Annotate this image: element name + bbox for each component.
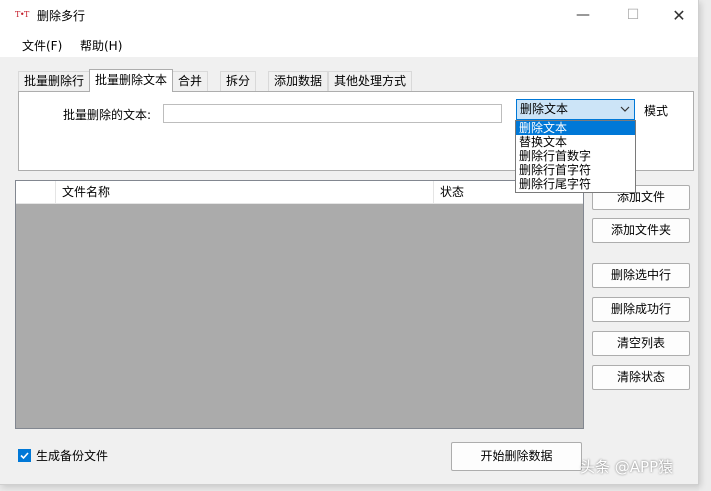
app-window: T•T 删除多行 — ☐ ✕ 文件(F) 帮助(H) 批量删除行 批量删除文本 … (0, 0, 699, 485)
tab-merge[interactable]: 合并 (172, 71, 209, 91)
window-title: 删除多行 (37, 9, 86, 23)
mode-option-delete-leading-digits[interactable]: 删除行首数字 (516, 149, 635, 163)
column-header-index[interactable] (16, 181, 56, 203)
close-button[interactable]: ✕ (656, 0, 702, 31)
mode-option-delete-trailing-chars[interactable]: 删除行尾字符 (516, 177, 635, 191)
mode-option-replace-text[interactable]: 替换文本 (516, 135, 635, 149)
mode-select[interactable]: 删除文本 (516, 99, 635, 120)
watermark: 头条 @APP猿 (580, 458, 674, 476)
tab-other-methods[interactable]: 其他处理方式 (328, 71, 413, 91)
mode-dropdown-list: 删除文本 替换文本 删除行首数字 删除行首字符 删除行尾字符 (515, 120, 636, 193)
file-list[interactable]: 文件名称 状态 (15, 180, 584, 429)
file-list-header: 文件名称 状态 (16, 181, 583, 204)
delete-success-button[interactable]: 删除成功行 (592, 297, 690, 322)
minimize-button[interactable]: — (560, 0, 606, 31)
maximize-button[interactable]: ☐ (610, 0, 656, 31)
clear-list-button[interactable]: 清空列表 (592, 331, 690, 356)
clear-status-button[interactable]: 清除状态 (592, 365, 690, 390)
column-header-filename[interactable]: 文件名称 (56, 181, 434, 203)
delete-text-label: 批量删除的文本: (63, 108, 152, 122)
add-folder-button[interactable]: 添加文件夹 (592, 218, 690, 243)
tab-split[interactable]: 拆分 (220, 71, 257, 91)
mode-option-delete-text[interactable]: 删除文本 (516, 121, 635, 135)
backup-checkbox-label[interactable]: 生成备份文件 (36, 447, 108, 464)
tab-batch-delete-text[interactable]: 批量删除文本 (89, 69, 174, 92)
background-window-edge (699, 0, 711, 491)
title-bar: T•T 删除多行 — ☐ ✕ (0, 0, 698, 31)
mode-label: 模式 (644, 104, 669, 118)
backup-checkbox[interactable] (18, 449, 31, 462)
app-icon: T•T (15, 10, 29, 19)
check-icon (20, 452, 29, 460)
delete-selected-button[interactable]: 删除选中行 (592, 263, 690, 288)
delete-text-input[interactable] (163, 104, 502, 123)
mode-selected-value: 删除文本 (520, 102, 569, 116)
menu-help[interactable]: 帮助(H) (80, 37, 122, 54)
tab-batch-delete-lines[interactable]: 批量删除行 (18, 71, 91, 91)
menu-file[interactable]: 文件(F) (22, 37, 62, 54)
tab-add-data[interactable]: 添加数据 (268, 71, 329, 91)
start-delete-button[interactable]: 开始删除数据 (451, 442, 582, 471)
menu-bar: 文件(F) 帮助(H) (0, 31, 698, 57)
mode-option-delete-leading-chars[interactable]: 删除行首字符 (516, 163, 635, 177)
